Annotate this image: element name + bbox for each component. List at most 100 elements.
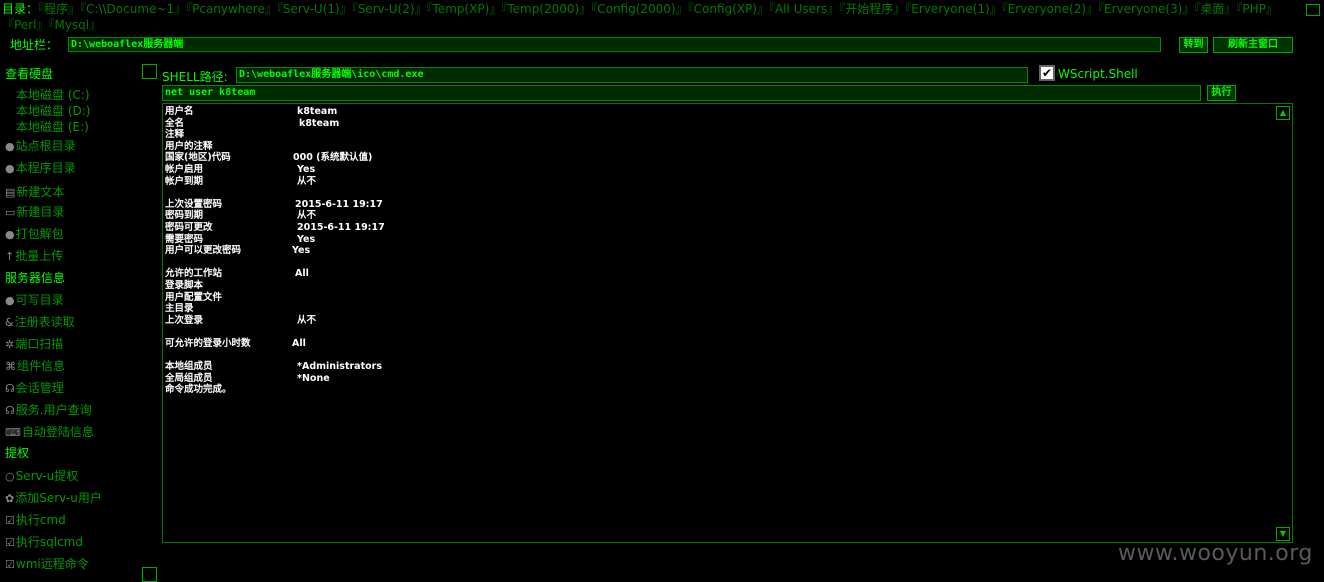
sidebar-item-writable[interactable]: ●可写目录 [5, 292, 64, 309]
dir-link-desktop[interactable]: 『桌面』 [1194, 2, 1236, 16]
sidebar-item-upload[interactable]: ↑批量上传 [5, 248, 63, 265]
output-value: All [292, 338, 306, 349]
sidebar-item-program-dir[interactable]: ●本程序目录 [5, 160, 76, 177]
sidebar-item-servu-escalate[interactable]: ○Serv-u提权 [5, 468, 78, 485]
page: 目录：『程序』『C:\\Docume~1』『Pcanywhere』『Serv-U… [0, 0, 1324, 582]
sidebar-item-registry[interactable]: &注册表读取 [5, 314, 75, 331]
sidebar-item-new-text[interactable]: ▤新建文本 [5, 184, 64, 201]
bullet-icon: ● [5, 294, 15, 307]
address-input[interactable]: D:\weboaflex服务器端 [68, 37, 1161, 52]
frame-scroll-down-box[interactable] [142, 567, 157, 582]
command-icon: ⌘ [5, 360, 16, 373]
sidebar-item-label: 站点根目录 [15, 139, 76, 153]
sidebar-item-site-root[interactable]: ●站点根目录 [5, 138, 76, 155]
output-key: 本地组成员 [165, 361, 213, 373]
output-key: 全名 [165, 117, 185, 129]
dir-link-config-xp[interactable]: 『Config(XP)』 [688, 2, 769, 16]
output-key: 用户名 [165, 106, 194, 117]
dir-link-servu-1[interactable]: 『Serv-U(1)』 [277, 2, 352, 16]
output-value: Yes [297, 164, 316, 175]
sidebar-item-label: 打包解包 [15, 227, 64, 241]
output-key: 用户可以更改密码 [165, 245, 242, 257]
sidebar-item-pack[interactable]: ●打包解包 [5, 226, 64, 243]
sidebar-item-add-servu-user[interactable]: ✿添加Serv-u用户 [5, 490, 102, 507]
frame-scroll-up-box[interactable] [142, 64, 157, 79]
folder-icon: ▭ [5, 206, 16, 219]
dir-link-everyone-2[interactable]: 『Erveryone(2)』 [1002, 2, 1098, 16]
sidebar-item-sessions[interactable]: ☊会话管理 [5, 380, 64, 397]
command-output[interactable]: 用户名 k8team 全名 k8team 注释 用户的注释 国家(地区)代码 000 (系统默… [162, 103, 1293, 543]
execute-button[interactable]: 执行 [1207, 85, 1236, 101]
output-value: 2015-6-11 19:17 [297, 222, 385, 233]
output-value: Yes [292, 245, 311, 257]
output-key: 注释 [165, 129, 185, 141]
dir-link-pcanywhere[interactable]: 『Pcanywhere』 [186, 2, 277, 16]
shell-path-input[interactable]: D:\weboaflex服务器端\ico\cmd.exe [236, 67, 1028, 83]
dir-link-everyone-1[interactable]: 『Erveryone(1)』 [905, 2, 1001, 16]
wscript-checkbox[interactable]: ✔ [1039, 65, 1055, 81]
dir-link-perl[interactable]: 『Perl』 [2, 18, 48, 32]
sidebar-item-label: 批量上传 [15, 249, 64, 263]
scroll-up-icon[interactable]: ▲ [1276, 106, 1290, 120]
output-key: 国家(地区)代码 [165, 152, 231, 164]
dir-link-all-users[interactable]: 『All Users』 [769, 2, 839, 16]
output-key: 命令成功完成。 [165, 384, 232, 396]
checkbox-icon: ☑ [5, 536, 15, 549]
checkbox-icon: ☑ [5, 514, 15, 527]
bullet-icon: ● [5, 228, 15, 241]
sidebar-item-new-dir[interactable]: ▭新建目录 [5, 204, 64, 221]
scroll-corner-box[interactable] [1306, 4, 1320, 16]
sidebar-item-label: 本程序目录 [15, 161, 76, 175]
output-value: *None [297, 372, 330, 384]
shell-path-label: SHELL路径: [162, 70, 228, 84]
dir-link-servu-2[interactable]: 『Serv-U(2)』 [352, 2, 427, 16]
sidebar-item-label: 新建文本 [16, 185, 65, 199]
sidebar-item-services[interactable]: ☊服务.用户查询 [5, 402, 92, 419]
upload-arrow-icon: ↑ [5, 250, 15, 263]
dir-link-programs[interactable]: 『程序』 [38, 2, 80, 16]
dir-link-php[interactable]: 『PHP』 [1236, 2, 1278, 16]
output-value: 000 (系统默认值) [293, 152, 373, 164]
dir-link-temp-2000[interactable]: 『Temp(2000)』 [501, 2, 591, 16]
sidebar-item-exec-sqlcmd[interactable]: ☑执行sqlcmd [5, 534, 83, 551]
dir-link-config-2000[interactable]: 『Config(2000)』 [591, 2, 687, 16]
output-value: 从不 [297, 210, 317, 222]
sidebar-item-components[interactable]: ⌘组件信息 [5, 358, 65, 375]
sidebar-item-port-scan[interactable]: ✲端口扫描 [5, 336, 63, 353]
sidebar-item-disk-e[interactable]: 本地磁盘 (E:) [16, 119, 89, 135]
directory-bar: 目录：『程序』『C:\\Docume~1』『Pcanywhere』『Serv-U… [2, 1, 1292, 33]
output-key: 帐户到期 [165, 175, 204, 187]
sidebar-item-disk-c[interactable]: 本地磁盘 (C:) [16, 87, 90, 103]
sidebar-item-label: 服务.用户查询 [15, 403, 92, 417]
output-key: 可允许的登录小时数 [165, 338, 251, 349]
output-key: 密码可更改 [165, 222, 213, 233]
sidebar-header-privilege: 提权 [5, 446, 30, 460]
sidebar-item-exec-cmd[interactable]: ☑执行cmd [5, 512, 66, 529]
wscript-label: WScript.Shell [1058, 67, 1138, 81]
sidebar-item-label: wmi远程命令 [15, 557, 89, 571]
output-value: k8team [297, 106, 338, 117]
sidebar-item-autologon[interactable]: ⌨自动登陆信息 [5, 424, 94, 441]
dir-link-mysql[interactable]: 『Mysql』 [48, 18, 101, 32]
dir-link-temp-xp[interactable]: 『Temp(XP)』 [427, 2, 502, 16]
bullet-icon: ● [5, 140, 15, 153]
file-icon: ▤ [5, 186, 16, 199]
output-value: 从不 [297, 175, 317, 187]
output-key: 全局组成员 [165, 372, 213, 384]
dir-link-documents[interactable]: 『C:\\Docume~1』 [80, 2, 186, 16]
watermark: www.wooyun.org [1118, 541, 1313, 566]
sidebar-item-label: 新建目录 [16, 205, 65, 219]
output-key: 主目录 [165, 303, 194, 315]
output-key: 密码到期 [165, 210, 204, 222]
dir-link-everyone-3[interactable]: 『Erveryone(3)』 [1098, 2, 1194, 16]
refresh-main-button[interactable]: 刷新主窗口 [1213, 37, 1293, 53]
dir-link-start-programs[interactable]: 『开始程序』 [839, 2, 905, 16]
scroll-down-icon[interactable]: ▼ [1276, 527, 1290, 541]
command-input[interactable]: net user k8team [162, 85, 1201, 101]
sidebar-item-disk-d[interactable]: 本地磁盘 (D:) [16, 103, 90, 119]
bullet-icon: ● [5, 162, 15, 175]
sidebar-item-wmi[interactable]: ☑wmi远程命令 [5, 556, 89, 573]
goto-button[interactable]: 转到 [1179, 37, 1208, 53]
registry-icon: & [5, 316, 14, 329]
output-value: *Administrators [297, 361, 382, 373]
